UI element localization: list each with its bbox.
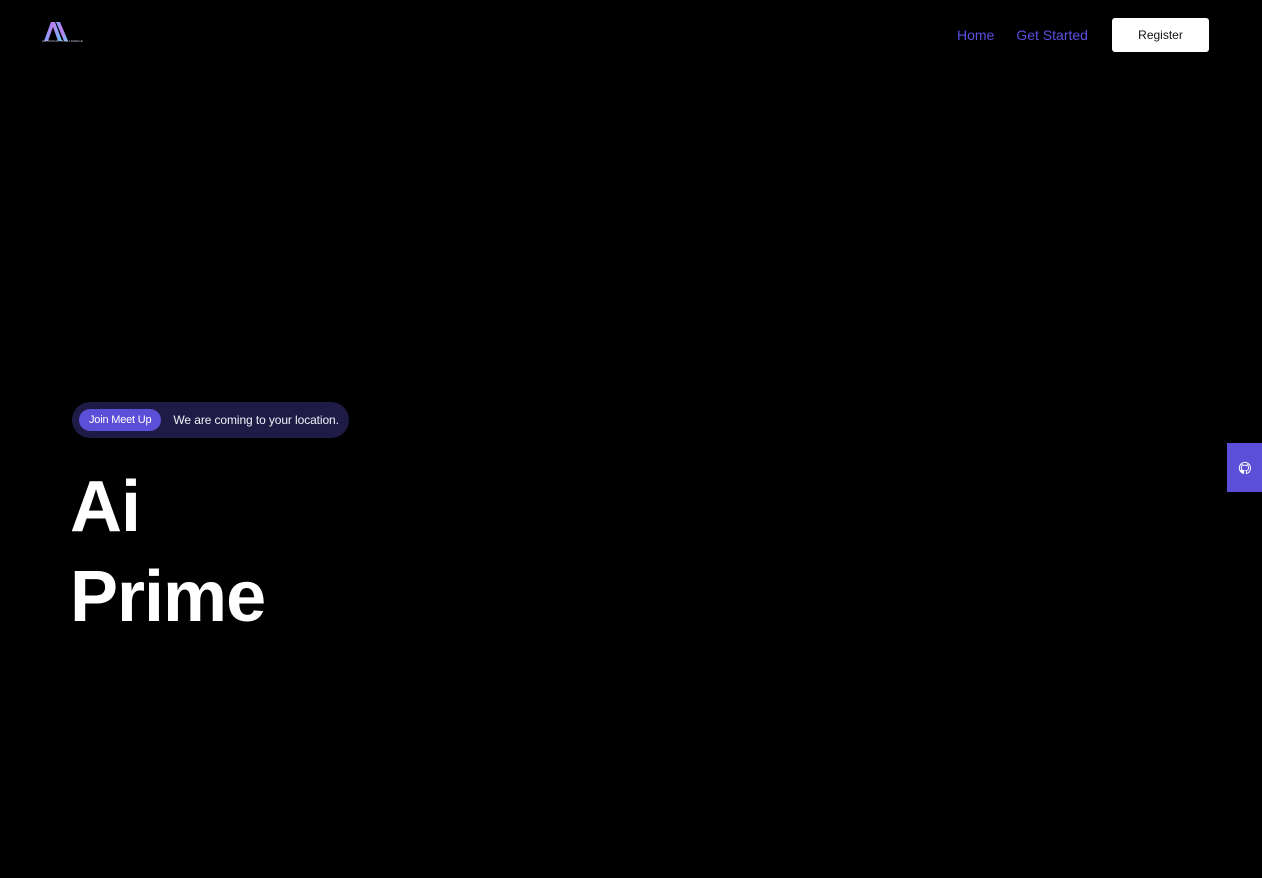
github-side-tab[interactable] xyxy=(1227,443,1262,492)
main-nav: Home Get Started xyxy=(957,27,1088,44)
page: ARTIFICIAL INTELLIGENCE Home Get Started… xyxy=(0,0,1262,878)
hero-title-line-1: Ai xyxy=(70,467,141,547)
hero-title: Ai Prime xyxy=(70,462,266,642)
announcement-pill: Join Meet Up We are coming to your locat… xyxy=(72,402,349,438)
logo[interactable] xyxy=(42,20,70,50)
announcement-text: We are coming to your location. xyxy=(173,413,339,427)
join-meetup-badge[interactable]: Join Meet Up xyxy=(79,409,162,431)
nav-get-started[interactable]: Get Started xyxy=(1016,27,1088,44)
logo-subtitle: ARTIFICIAL INTELLIGENCE xyxy=(42,39,83,43)
register-button[interactable]: Register xyxy=(1112,18,1209,52)
hero-title-line-2: Prime xyxy=(70,557,266,637)
github-icon xyxy=(1238,461,1251,474)
nav-home[interactable]: Home xyxy=(957,27,994,44)
